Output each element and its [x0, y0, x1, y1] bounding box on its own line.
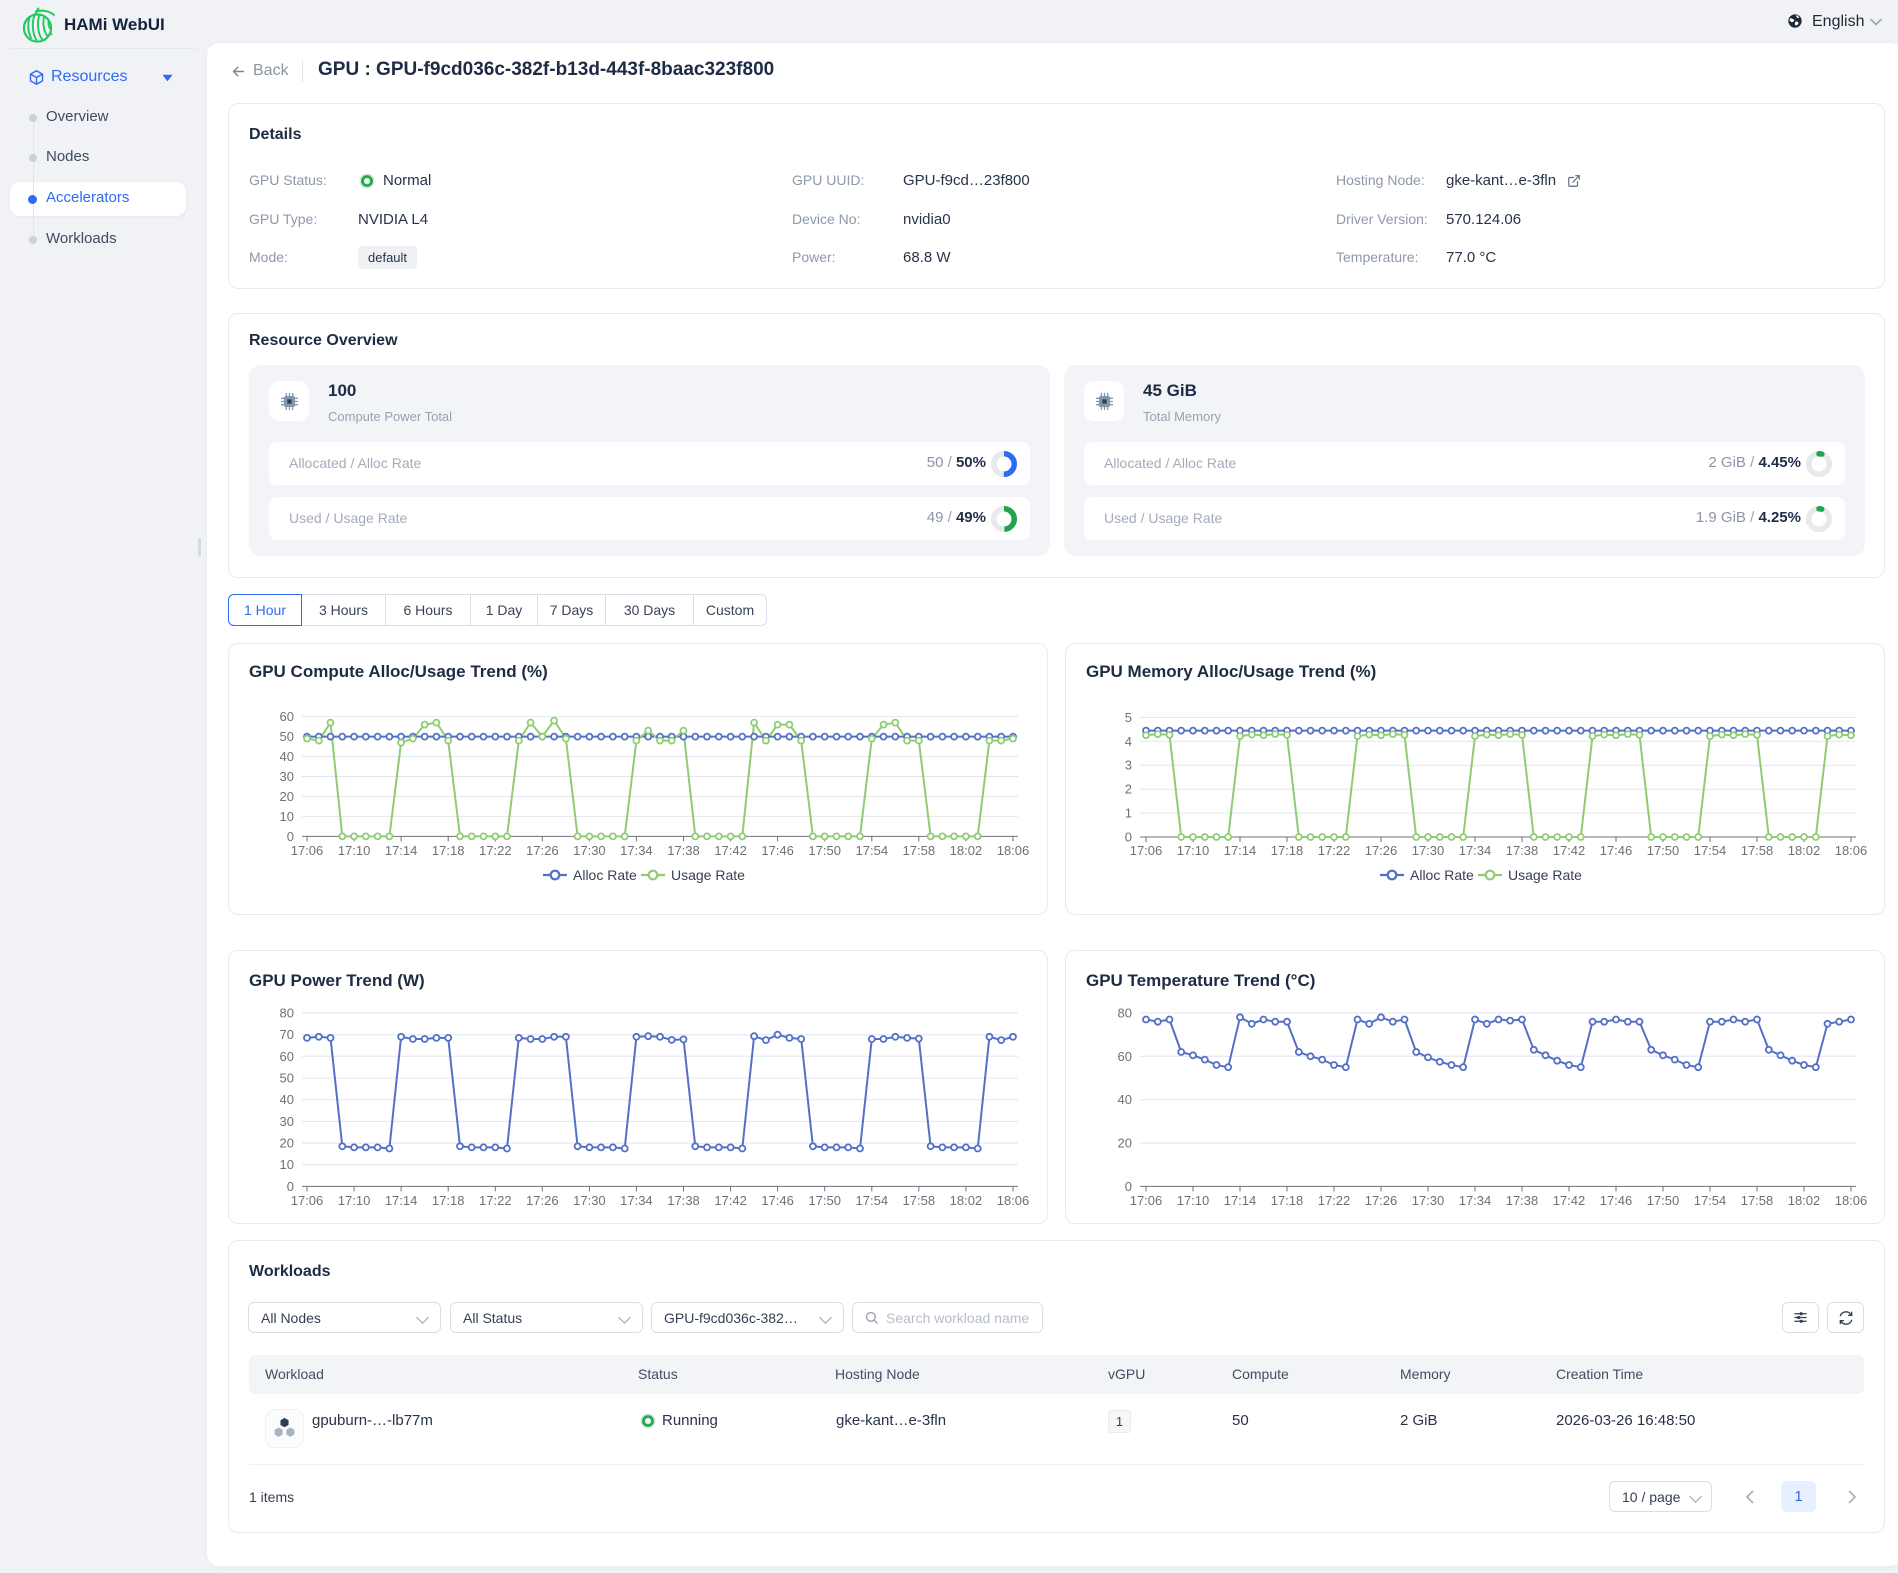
- svg-text:60: 60: [280, 709, 294, 724]
- svg-text:17:58: 17:58: [1741, 1193, 1774, 1208]
- svg-text:17:10: 17:10: [1177, 1193, 1210, 1208]
- svg-text:17:58: 17:58: [903, 1193, 936, 1208]
- svg-text:2: 2: [1125, 782, 1132, 797]
- svg-text:30: 30: [280, 769, 294, 784]
- svg-text:17:42: 17:42: [1553, 843, 1586, 858]
- svg-text:Alloc Rate: Alloc Rate: [1410, 867, 1474, 883]
- svg-text:18:06: 18:06: [997, 843, 1030, 858]
- svg-text:18:06: 18:06: [1835, 1193, 1868, 1208]
- svg-text:18:02: 18:02: [1788, 1193, 1821, 1208]
- svg-text:17:18: 17:18: [432, 1193, 465, 1208]
- svg-text:40: 40: [1118, 1092, 1132, 1107]
- svg-text:17:50: 17:50: [808, 1193, 841, 1208]
- svg-text:50: 50: [280, 1071, 294, 1086]
- svg-text:17:26: 17:26: [526, 843, 559, 858]
- svg-text:80: 80: [280, 1006, 294, 1021]
- svg-text:17:54: 17:54: [1694, 1193, 1727, 1208]
- svg-text:17:58: 17:58: [1741, 843, 1774, 858]
- svg-text:5: 5: [1125, 710, 1132, 725]
- svg-text:17:14: 17:14: [1224, 843, 1257, 858]
- svg-text:17:34: 17:34: [620, 1193, 653, 1208]
- svg-text:17:18: 17:18: [1271, 1193, 1304, 1208]
- svg-text:17:10: 17:10: [338, 1193, 371, 1208]
- svg-text:80: 80: [1118, 1006, 1132, 1021]
- svg-text:10: 10: [280, 1157, 294, 1172]
- svg-text:40: 40: [280, 1092, 294, 1107]
- svg-text:17:06: 17:06: [291, 1193, 324, 1208]
- svg-text:17:34: 17:34: [1459, 843, 1492, 858]
- svg-text:Alloc Rate: Alloc Rate: [573, 867, 637, 883]
- svg-text:17:06: 17:06: [291, 843, 324, 858]
- svg-text:20: 20: [280, 789, 294, 804]
- svg-text:18:02: 18:02: [950, 843, 983, 858]
- svg-text:17:26: 17:26: [1365, 843, 1398, 858]
- svg-text:17:54: 17:54: [1694, 843, 1727, 858]
- svg-text:17:30: 17:30: [1412, 843, 1445, 858]
- svg-text:18:02: 18:02: [1788, 843, 1821, 858]
- svg-text:17:06: 17:06: [1130, 843, 1163, 858]
- svg-text:0: 0: [287, 1179, 294, 1194]
- svg-text:17:22: 17:22: [1318, 843, 1351, 858]
- svg-text:17:42: 17:42: [714, 1193, 747, 1208]
- svg-text:17:30: 17:30: [1412, 1193, 1445, 1208]
- svg-text:18:02: 18:02: [950, 1193, 983, 1208]
- svg-text:4: 4: [1125, 734, 1132, 749]
- svg-text:Usage Rate: Usage Rate: [671, 867, 745, 883]
- svg-text:30: 30: [280, 1114, 294, 1129]
- svg-text:17:50: 17:50: [1647, 843, 1680, 858]
- svg-text:17:50: 17:50: [808, 843, 841, 858]
- svg-text:17:26: 17:26: [526, 1193, 559, 1208]
- svg-text:17:38: 17:38: [667, 843, 700, 858]
- svg-text:17:46: 17:46: [761, 843, 794, 858]
- svg-text:17:54: 17:54: [856, 843, 889, 858]
- svg-text:17:22: 17:22: [1318, 1193, 1351, 1208]
- svg-text:60: 60: [280, 1049, 294, 1064]
- svg-text:17:46: 17:46: [761, 1193, 794, 1208]
- svg-text:17:34: 17:34: [620, 843, 653, 858]
- svg-text:1: 1: [1125, 806, 1132, 821]
- svg-text:17:10: 17:10: [1177, 843, 1210, 858]
- svg-text:17:38: 17:38: [1506, 1193, 1539, 1208]
- svg-text:17:14: 17:14: [385, 1193, 418, 1208]
- svg-text:18:06: 18:06: [997, 1193, 1030, 1208]
- svg-text:18:06: 18:06: [1835, 843, 1868, 858]
- svg-text:17:30: 17:30: [573, 1193, 606, 1208]
- svg-text:3: 3: [1125, 758, 1132, 773]
- svg-text:17:42: 17:42: [1553, 1193, 1586, 1208]
- svg-text:17:22: 17:22: [479, 1193, 512, 1208]
- svg-text:20: 20: [1118, 1136, 1132, 1151]
- svg-text:17:42: 17:42: [714, 843, 747, 858]
- svg-text:0: 0: [1125, 1179, 1132, 1194]
- svg-text:17:18: 17:18: [1271, 843, 1304, 858]
- svg-text:20: 20: [280, 1136, 294, 1151]
- svg-text:17:54: 17:54: [856, 1193, 889, 1208]
- svg-text:17:26: 17:26: [1365, 1193, 1398, 1208]
- svg-text:17:58: 17:58: [903, 843, 936, 858]
- svg-text:17:38: 17:38: [667, 1193, 700, 1208]
- svg-text:17:50: 17:50: [1647, 1193, 1680, 1208]
- svg-text:60: 60: [1118, 1049, 1132, 1064]
- svg-text:10: 10: [280, 809, 294, 824]
- svg-text:17:18: 17:18: [432, 843, 465, 858]
- svg-text:17:46: 17:46: [1600, 843, 1633, 858]
- svg-text:17:46: 17:46: [1600, 1193, 1633, 1208]
- svg-text:70: 70: [280, 1027, 294, 1042]
- svg-text:17:22: 17:22: [479, 843, 512, 858]
- svg-text:17:38: 17:38: [1506, 843, 1539, 858]
- svg-text:17:14: 17:14: [385, 843, 418, 858]
- svg-text:17:34: 17:34: [1459, 1193, 1492, 1208]
- svg-text:17:14: 17:14: [1224, 1193, 1257, 1208]
- svg-text:40: 40: [280, 749, 294, 764]
- svg-text:0: 0: [287, 829, 294, 844]
- svg-text:17:06: 17:06: [1130, 1193, 1163, 1208]
- svg-text:17:30: 17:30: [573, 843, 606, 858]
- svg-text:50: 50: [280, 729, 294, 744]
- svg-text:Usage Rate: Usage Rate: [1508, 867, 1582, 883]
- svg-text:17:10: 17:10: [338, 843, 371, 858]
